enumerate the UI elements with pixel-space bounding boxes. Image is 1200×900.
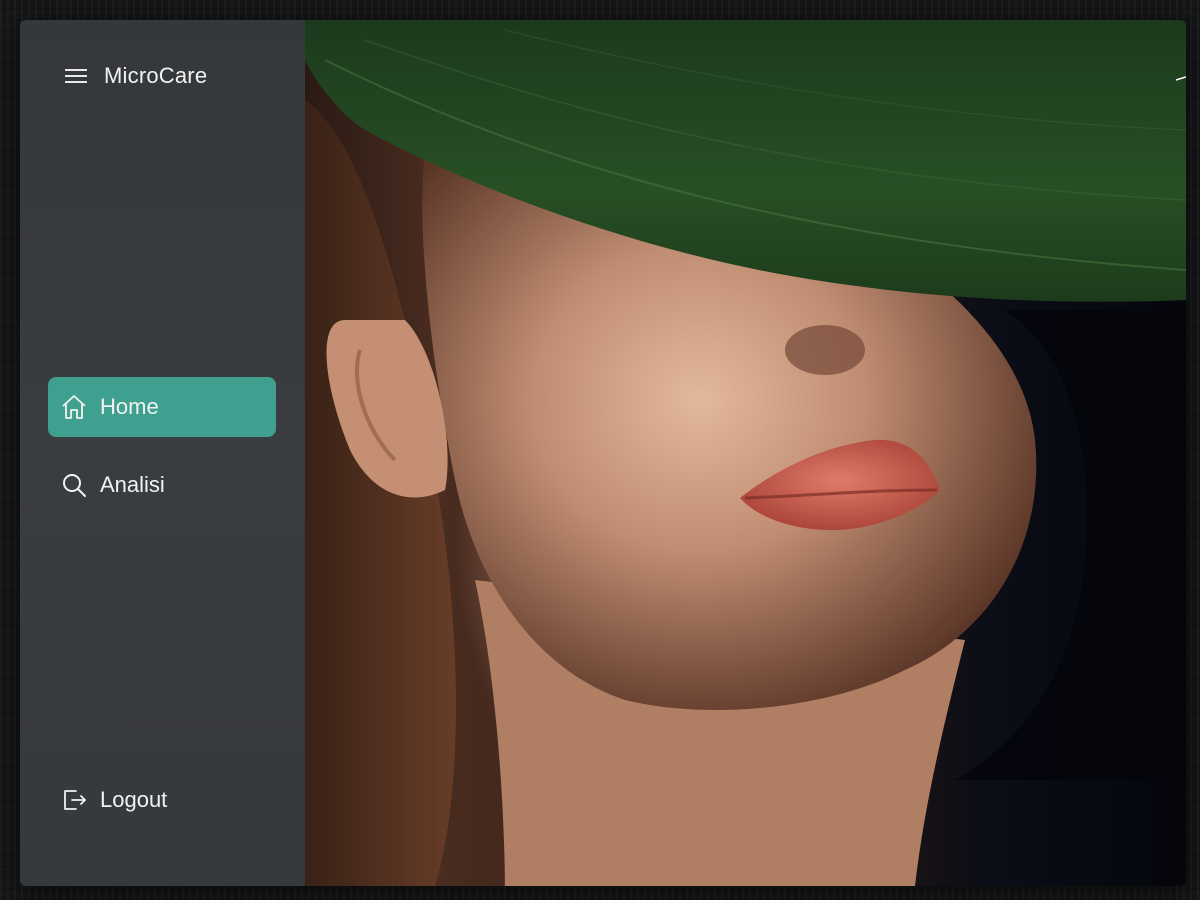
- hero-image: ANEMA: [305, 20, 1186, 886]
- sidebar-item-analisi[interactable]: Analisi: [48, 455, 276, 515]
- hamburger-menu-icon[interactable]: [64, 64, 88, 88]
- sidebar-item-label: Analisi: [100, 472, 165, 497]
- portrait-illustration: [305, 20, 1186, 886]
- search-icon: [60, 471, 88, 499]
- sidebar-item-label: Home: [100, 394, 159, 419]
- app-window: MicroCare Home Analisi Logout: [20, 20, 1186, 886]
- brand-header: MicroCare: [64, 63, 207, 89]
- logout-label: Logout: [100, 787, 168, 812]
- home-icon: [60, 393, 88, 421]
- app-title: MicroCare: [104, 63, 208, 88]
- logout-icon: [60, 786, 88, 814]
- sidebar: MicroCare Home Analisi Logout: [20, 20, 305, 886]
- logout-button[interactable]: Logout: [48, 770, 276, 830]
- sidebar-item-home[interactable]: Home: [48, 377, 276, 437]
